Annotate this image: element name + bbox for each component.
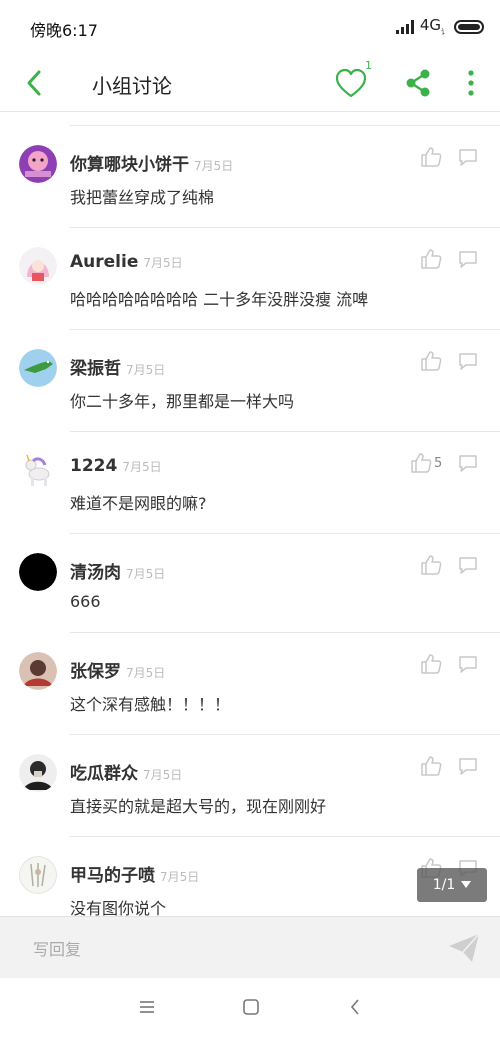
thumbs-up-icon bbox=[421, 756, 442, 776]
reply-bar: 写回复 bbox=[0, 916, 500, 978]
comment-author[interactable]: 张保罗 7月5日 bbox=[70, 657, 165, 682]
system-nav-bar bbox=[0, 978, 500, 1038]
like-button[interactable] bbox=[420, 248, 442, 270]
thumbs-up-icon bbox=[421, 351, 442, 371]
comment-item: 张保罗 7月5日 这个深有感触！！！！ bbox=[0, 633, 500, 735]
recent-apps-button[interactable] bbox=[136, 996, 158, 1018]
reply-button[interactable] bbox=[457, 350, 479, 372]
status-indicators: 4G讠 bbox=[395, 16, 484, 37]
comment-item: 1224 7月5日 难道不是网眼的嘛? 5 bbox=[0, 432, 500, 534]
comment-author[interactable]: 甲马的子喷 7月5日 bbox=[70, 861, 199, 886]
home-button[interactable] bbox=[240, 996, 262, 1018]
avatar[interactable] bbox=[19, 652, 57, 690]
comment-author[interactable]: Aurelie 7月5日 bbox=[70, 252, 183, 272]
share-button[interactable] bbox=[402, 67, 434, 99]
comment-author[interactable]: 1224 7月5日 bbox=[70, 456, 162, 476]
avatar[interactable] bbox=[19, 754, 57, 792]
like-button[interactable] bbox=[410, 452, 432, 474]
comment-bubble-icon bbox=[459, 656, 477, 673]
avatar[interactable] bbox=[19, 856, 57, 894]
network-type: 4G讠 bbox=[419, 16, 448, 36]
system-back-button[interactable] bbox=[344, 996, 366, 1018]
comment-date: 7月5日 bbox=[126, 666, 166, 680]
more-vertical-icon bbox=[468, 70, 474, 96]
comment-text: 666 bbox=[70, 592, 101, 611]
avatar[interactable] bbox=[19, 451, 57, 489]
page-title: 小组讨论 bbox=[92, 74, 172, 98]
reply-button[interactable] bbox=[457, 653, 479, 675]
like-button[interactable] bbox=[420, 554, 442, 576]
comment-bubble-icon bbox=[459, 251, 477, 268]
menu-icon bbox=[140, 1001, 154, 1013]
page-indicator-button[interactable]: 1/1 bbox=[417, 868, 487, 902]
thumbs-up-icon bbox=[421, 654, 442, 674]
comment-date: 7月5日 bbox=[122, 460, 162, 474]
signal-icon bbox=[395, 19, 414, 34]
send-button[interactable] bbox=[446, 931, 482, 965]
share-icon bbox=[406, 69, 430, 97]
comment-item: 吃瓜群众 7月5日 直接买的就是超大号的，现在刚刚好 bbox=[0, 735, 500, 837]
back-arrow-icon bbox=[27, 70, 41, 96]
chevron-left-icon bbox=[350, 999, 359, 1015]
reply-input[interactable]: 写回复 bbox=[33, 936, 81, 960]
avatar[interactable] bbox=[19, 553, 57, 591]
comment-bubble-icon bbox=[459, 557, 477, 574]
like-button[interactable] bbox=[420, 350, 442, 372]
page-indicator-label: 1/1 bbox=[432, 877, 456, 893]
comment-item: 你算哪块小饼干 7月5日 我把蕾丝穿成了纯棉 bbox=[0, 126, 500, 228]
comment-text: 没有图你说个 bbox=[70, 899, 167, 916]
comment-bubble-icon bbox=[459, 455, 477, 472]
comment-date: 7月5日 bbox=[143, 768, 183, 782]
status-time: 傍晚6:17 bbox=[30, 21, 98, 40]
thumbs-up-icon bbox=[421, 249, 442, 269]
avatar[interactable] bbox=[19, 145, 57, 183]
like-button[interactable] bbox=[420, 653, 442, 675]
comment-author[interactable]: 你算哪块小饼干 7月5日 bbox=[70, 150, 233, 175]
like-count: 5 bbox=[434, 456, 443, 471]
comment-date: 7月5日 bbox=[194, 159, 234, 173]
comment-item: 清汤肉 7月5日 666 bbox=[0, 534, 500, 633]
comment-list[interactable]: 你算哪块小饼干 7月5日 我把蕾丝穿成了纯棉 Aurelie 7月5日 哈哈哈哈哈哈… bbox=[0, 113, 500, 916]
comment-date: 7月5日 bbox=[143, 256, 183, 270]
avatar[interactable] bbox=[19, 349, 57, 387]
reply-button[interactable] bbox=[457, 146, 479, 168]
thumbs-up-icon bbox=[421, 147, 442, 167]
comment-date: 7月5日 bbox=[126, 363, 166, 377]
comment-text: 你二十多年，那里都是一样大吗 bbox=[70, 392, 295, 411]
comment-text: 这个深有感触！！！！ bbox=[70, 695, 231, 714]
avatar[interactable] bbox=[19, 247, 57, 285]
comment-author[interactable]: 清汤肉 7月5日 bbox=[70, 558, 165, 583]
comment-date: 7月5日 bbox=[160, 870, 200, 884]
comment-text: 我把蕾丝穿成了纯棉 bbox=[70, 188, 215, 207]
send-icon bbox=[449, 933, 480, 962]
comment-bubble-icon bbox=[459, 353, 477, 370]
status-bar: 傍晚6:17 4G讠 bbox=[0, 0, 500, 54]
favorite-count: 1 bbox=[365, 59, 372, 72]
comment-item: 梁振哲 7月5日 你二十多年，那里都是一样大吗 bbox=[0, 330, 500, 432]
comment-bubble-icon bbox=[459, 149, 477, 166]
comment-bubble-icon bbox=[459, 758, 477, 775]
more-options-button[interactable] bbox=[460, 67, 482, 99]
back-button[interactable] bbox=[20, 66, 50, 100]
app-bar: 小组讨论 1 bbox=[0, 54, 500, 112]
thumbs-up-icon bbox=[411, 453, 432, 473]
comment-author[interactable]: 吃瓜群众 7月5日 bbox=[70, 759, 182, 784]
comment-text: 难道不是网眼的嘛? bbox=[70, 494, 207, 513]
home-square-icon bbox=[243, 999, 259, 1015]
reply-button[interactable] bbox=[457, 452, 479, 474]
caret-down-icon bbox=[461, 881, 472, 888]
reply-button[interactable] bbox=[457, 554, 479, 576]
reply-button[interactable] bbox=[457, 248, 479, 270]
comment-text: 哈哈哈哈哈哈哈哈 二十多年没胖没瘦 流啤 bbox=[70, 290, 369, 309]
like-button[interactable] bbox=[420, 755, 442, 777]
comment-author[interactable]: 梁振哲 7月5日 bbox=[70, 354, 165, 379]
battery-icon bbox=[454, 19, 484, 34]
like-button[interactable] bbox=[420, 146, 442, 168]
comment-text: 直接买的就是超大号的，现在刚刚好 bbox=[70, 797, 327, 816]
comment-item: Aurelie 7月5日 哈哈哈哈哈哈哈哈 二十多年没胖没瘦 流啤 bbox=[0, 228, 500, 330]
thumbs-up-icon bbox=[421, 555, 442, 575]
reply-button[interactable] bbox=[457, 755, 479, 777]
comment-date: 7月5日 bbox=[126, 567, 166, 581]
